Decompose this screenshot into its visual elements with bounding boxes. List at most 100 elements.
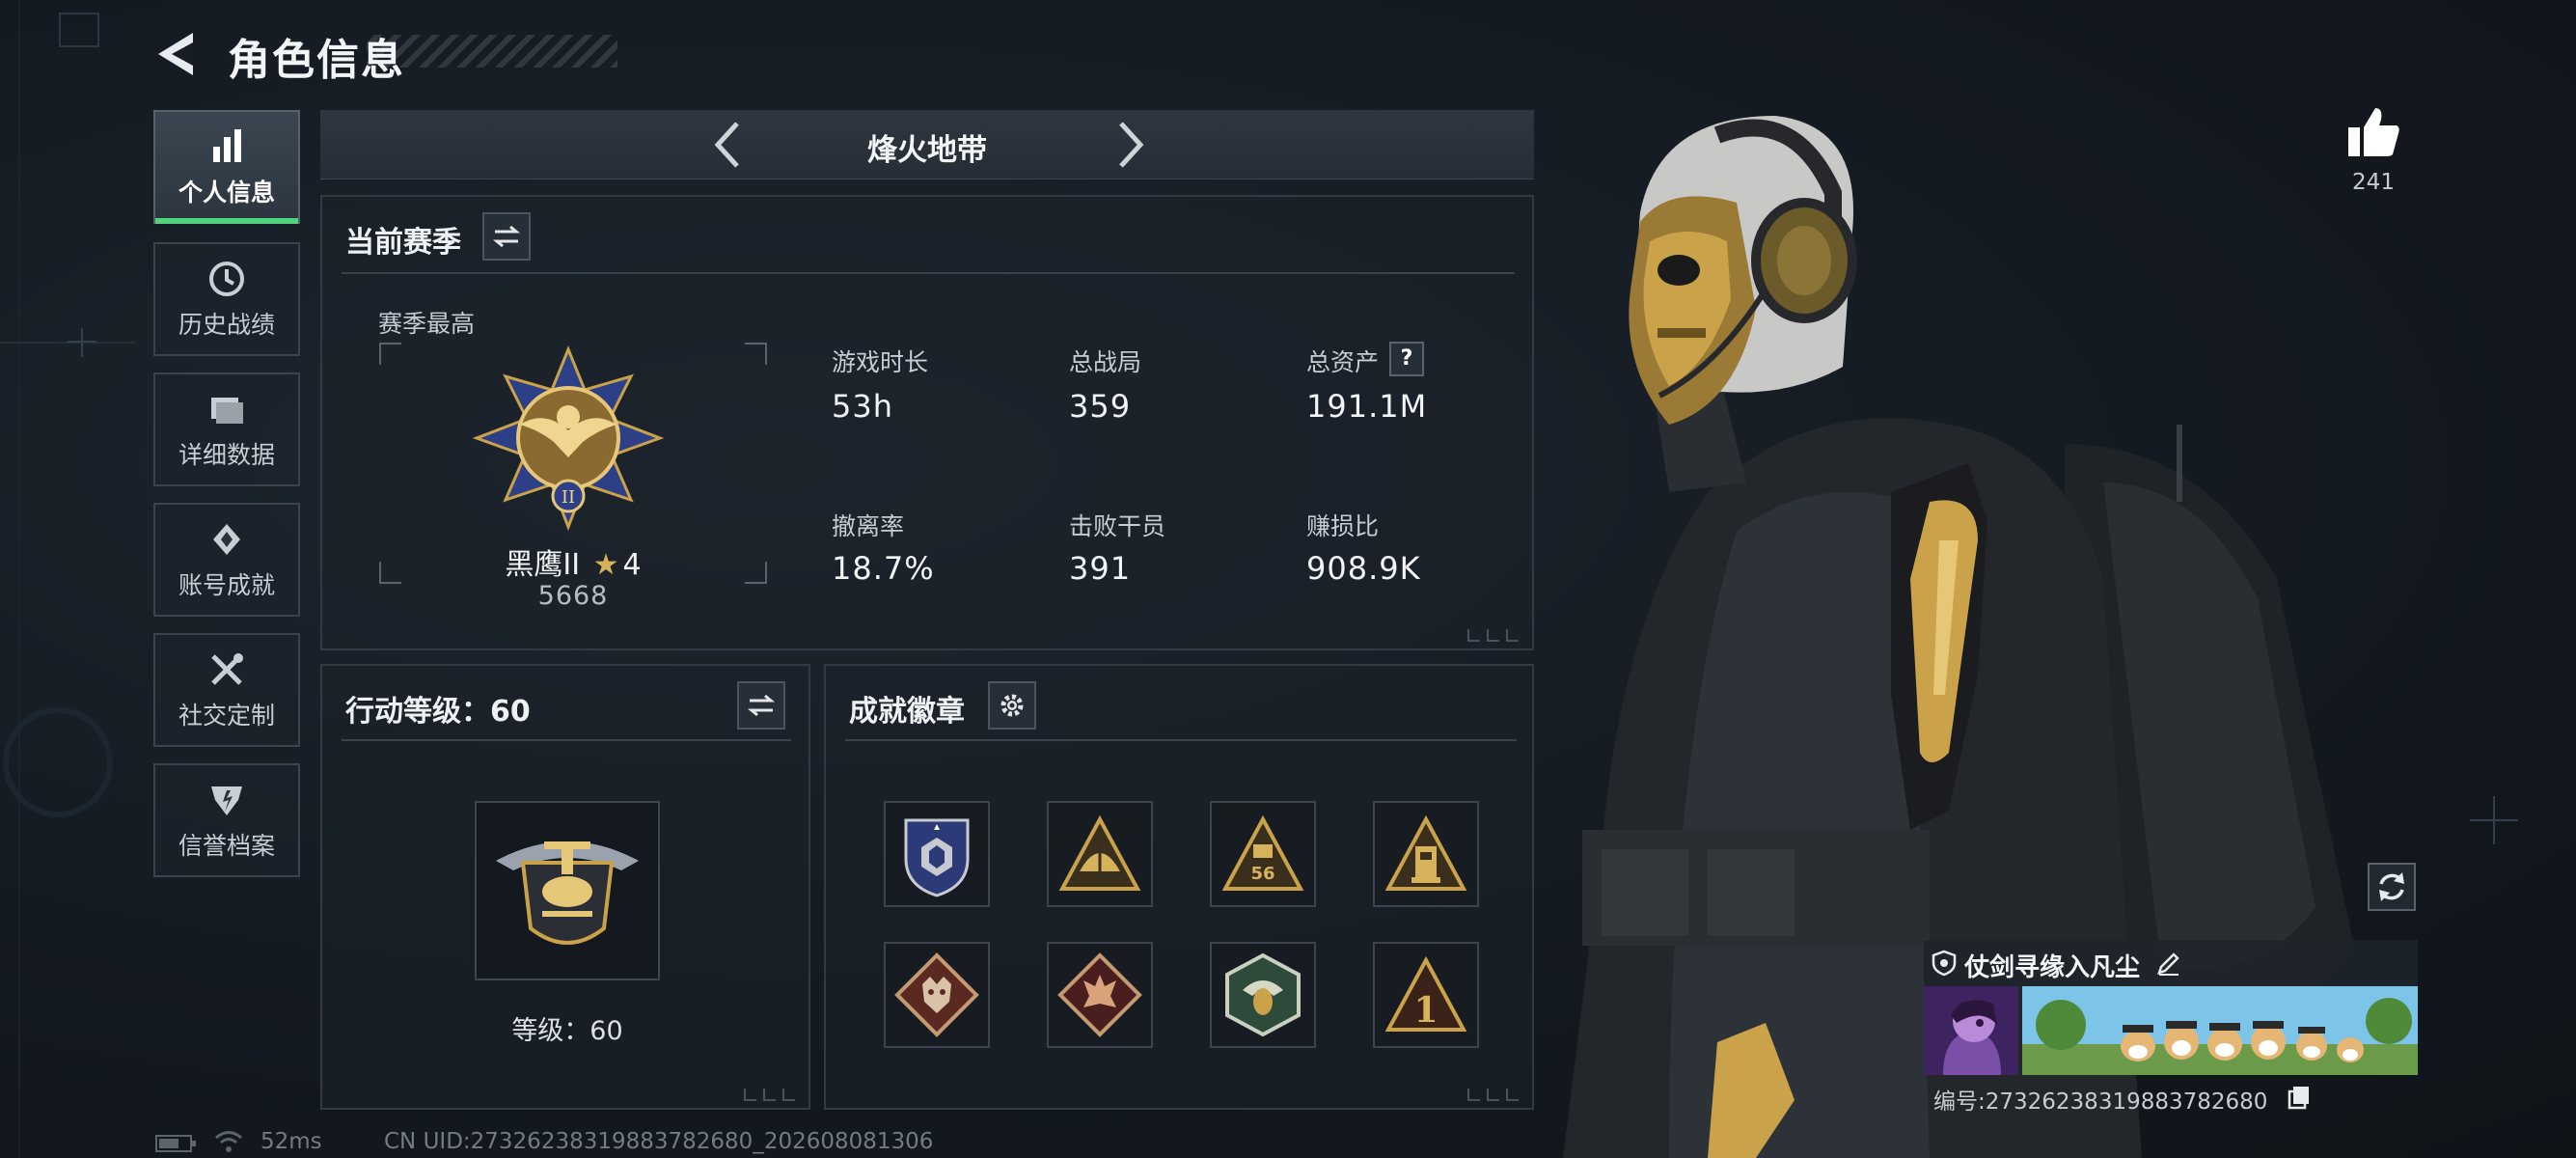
rotate-model-button[interactable] bbox=[2368, 863, 2416, 911]
rank-points: 5668 bbox=[537, 581, 609, 611]
achievements-title: 成就徽章 bbox=[849, 695, 965, 729]
achievement-badges-panel: 成就徽章 56 1 bbox=[824, 664, 1534, 1110]
player-name: 仗剑寻缘入凡尘 bbox=[1964, 953, 2141, 982]
triangle-1-badge-icon: 1 bbox=[1384, 956, 1467, 1032]
swap-arrows-icon bbox=[747, 694, 776, 717]
sidebar-item-label: 个人信息 bbox=[178, 179, 275, 207]
sidebar-item-label: 信誉档案 bbox=[178, 832, 275, 860]
chevron-right-icon bbox=[1119, 122, 1144, 168]
gear-icon bbox=[1000, 694, 1024, 717]
stat-label: 击败干员 bbox=[1069, 512, 1166, 540]
action-level-text: 等级：60 bbox=[511, 1016, 623, 1046]
player-avatar[interactable] bbox=[1924, 986, 2018, 1075]
title-decoration bbox=[367, 35, 617, 68]
swap-arrows-icon bbox=[492, 225, 521, 248]
svg-text:56: 56 bbox=[1250, 864, 1274, 884]
wolf-diamond-badge-icon bbox=[894, 952, 979, 1037]
rank-name: 黑鹰II bbox=[505, 548, 581, 582]
back-arrow-icon bbox=[158, 33, 193, 75]
player-id: 编号:27326238319883782680 bbox=[1933, 1089, 2268, 1115]
sidebar-item-label: 社交定制 bbox=[178, 702, 275, 730]
stat-label: 总战局 bbox=[1069, 348, 1142, 376]
sidebar-item-label: 账号成就 bbox=[178, 571, 275, 599]
uid-text: CN UID:27326238319883782680_202608081306 bbox=[384, 1129, 934, 1154]
stat-value: 391 bbox=[1069, 550, 1132, 587]
copy-icon[interactable] bbox=[2287, 1085, 2312, 1110]
dragon-diamond-badge-icon bbox=[1057, 952, 1142, 1037]
mode-selector: 烽火地带 bbox=[320, 110, 1534, 179]
action-level-switch-button[interactable] bbox=[737, 681, 785, 730]
mode-title: 烽火地带 bbox=[867, 133, 987, 168]
sidebar-item-personal-info[interactable]: 个人信息 bbox=[153, 110, 300, 224]
total-assets-help-icon[interactable]: ? bbox=[1389, 342, 1424, 376]
like-count: 241 bbox=[2352, 170, 2395, 195]
like-button[interactable] bbox=[2344, 102, 2402, 160]
wrench-tools-icon bbox=[211, 653, 243, 685]
svg-text:II: II bbox=[562, 487, 575, 508]
shiba-dogs-banner-image bbox=[2022, 986, 2418, 1075]
season-panel-title: 当前赛季 bbox=[345, 226, 461, 260]
achievement-badge[interactable]: 1 bbox=[1373, 942, 1479, 1048]
folder-icon bbox=[211, 398, 243, 424]
star-icon: ★ bbox=[592, 548, 619, 582]
achievement-diamond-icon bbox=[213, 524, 240, 555]
blue-shield-badge-icon bbox=[904, 818, 970, 897]
history-clock-icon bbox=[209, 262, 244, 296]
reputation-shield-icon bbox=[211, 786, 242, 815]
action-level-title: 行动等级：60 bbox=[345, 695, 531, 729]
achievement-badge[interactable] bbox=[884, 801, 990, 907]
ping-indicator: 52ms bbox=[260, 1129, 322, 1154]
panel-divider bbox=[342, 272, 1515, 274]
sidebar-item-achievements[interactable]: 账号成就 bbox=[153, 503, 300, 617]
achievement-badge[interactable] bbox=[884, 942, 990, 1048]
stat-value: 359 bbox=[1069, 388, 1132, 425]
shield-badge-icon bbox=[1932, 950, 1957, 977]
panel-divider bbox=[342, 739, 791, 741]
rank-title: 黑鹰II ★ 4 bbox=[322, 540, 824, 583]
player-banner bbox=[2022, 986, 2418, 1075]
season-best-label: 赛季最高 bbox=[378, 310, 476, 338]
achievement-badge[interactable] bbox=[1047, 942, 1153, 1048]
next-mode-button[interactable] bbox=[1111, 120, 1150, 170]
sidebar-item-detailed-data[interactable]: 详细数据 bbox=[153, 372, 300, 486]
stat-label: 游戏时长 bbox=[832, 348, 929, 376]
refresh-icon bbox=[2379, 872, 2404, 901]
triangle-tower-badge-icon bbox=[1384, 815, 1467, 891]
achievement-badge[interactable]: 56 bbox=[1210, 801, 1316, 907]
panel-corner-decoration bbox=[1467, 1089, 1519, 1101]
thumbs-up-icon bbox=[2348, 108, 2399, 156]
achievement-badge[interactable] bbox=[1210, 942, 1316, 1048]
helicopter-level-badge-icon bbox=[496, 841, 639, 945]
wifi-icon bbox=[215, 1131, 242, 1152]
sidebar-item-reputation[interactable]: 信誉档案 bbox=[153, 763, 300, 877]
stat-label: 撤离率 bbox=[832, 512, 905, 540]
stat-value: 53h bbox=[832, 388, 893, 425]
current-season-panel: 当前赛季 赛季最高 II 黑鹰II ★ 4 5668 游戏时长 53h 总战局 3… bbox=[320, 195, 1534, 650]
stat-value: 191.1M bbox=[1306, 388, 1428, 425]
svg-text:1: 1 bbox=[1413, 990, 1438, 1031]
stat-value: 908.9K bbox=[1306, 550, 1421, 587]
triangle-56-badge-icon: 56 bbox=[1221, 815, 1304, 891]
achievement-badge[interactable] bbox=[1047, 801, 1153, 907]
gold-triangle-badge-icon bbox=[1058, 815, 1141, 891]
bar-chart-icon bbox=[213, 129, 241, 162]
panel-corner-decoration bbox=[1467, 629, 1519, 642]
stat-label: 总资产 bbox=[1306, 348, 1380, 376]
black-hawk-rank-icon: II bbox=[472, 345, 665, 532]
sidebar-item-history[interactable]: 历史战绩 bbox=[153, 242, 300, 356]
sidebar-item-label: 详细数据 bbox=[178, 441, 275, 469]
season-switch-button[interactable] bbox=[482, 212, 531, 261]
stat-value: 18.7% bbox=[832, 550, 935, 587]
rank-stars: 4 bbox=[622, 548, 642, 582]
panel-corner-decoration bbox=[744, 1089, 795, 1101]
green-hexagon-badge-icon bbox=[1225, 952, 1301, 1037]
edit-pencil-icon[interactable] bbox=[2155, 950, 2182, 977]
achievement-badge[interactable] bbox=[1373, 801, 1479, 907]
action-level-panel: 行动等级：60 等级：60 bbox=[320, 664, 810, 1110]
sidebar-item-social-custom[interactable]: 社交定制 bbox=[153, 633, 300, 747]
back-button[interactable] bbox=[154, 29, 199, 79]
sidebar-item-label: 历史战绩 bbox=[178, 311, 275, 339]
battery-icon bbox=[155, 1135, 196, 1152]
badge-settings-button[interactable] bbox=[988, 681, 1036, 730]
panel-divider bbox=[845, 739, 1517, 741]
